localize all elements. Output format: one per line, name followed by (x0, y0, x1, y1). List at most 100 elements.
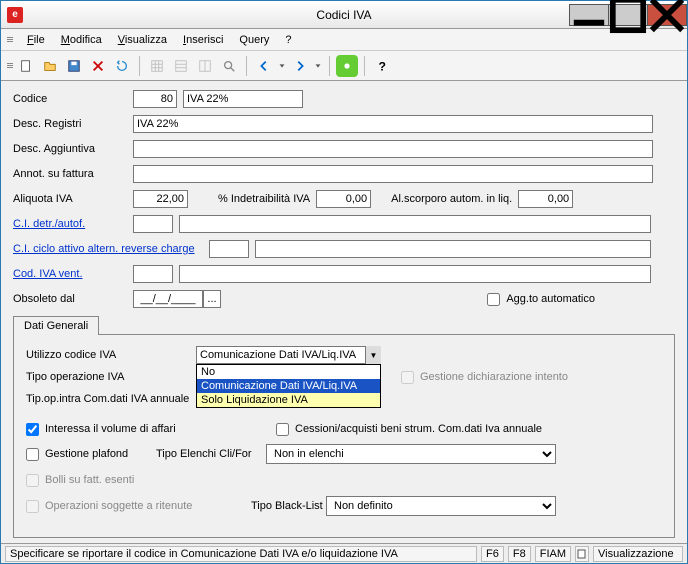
green-action-button[interactable] (336, 55, 358, 77)
bolli-label: Bolli su fatt. esenti (45, 474, 134, 486)
cessioni-acquisti-label: Cessioni/acquisti beni strum. Com.dati I… (295, 423, 542, 435)
aliquota-iva-field[interactable] (133, 190, 188, 208)
status-mode: Visualizzazione (593, 546, 683, 562)
desc-registri-field[interactable] (133, 115, 653, 133)
cod-iva-vent-desc-field (179, 265, 651, 283)
new-button[interactable] (15, 55, 37, 77)
help-button[interactable]: ? (371, 55, 393, 77)
cessioni-acquisti-input[interactable] (276, 423, 289, 436)
minimize-button[interactable] (569, 4, 609, 26)
open-button[interactable] (39, 55, 61, 77)
app-icon: e (7, 7, 23, 23)
gestione-dichiarazione-input (401, 371, 414, 384)
operazioni-ritenute-input (26, 500, 39, 513)
statusbar: Specificare se riportare il codice in Co… (1, 543, 687, 563)
codice-desc-field[interactable] (183, 90, 303, 108)
menu-help[interactable]: ? (279, 32, 297, 48)
label-tipo-operazione: Tipo operazione IVA (26, 371, 196, 383)
back-dropdown[interactable] (277, 55, 287, 77)
forward-button[interactable] (289, 55, 311, 77)
utilizzo-option-solo[interactable]: Solo Liquidazione IVA (197, 393, 380, 407)
toolbar-sep-2 (246, 56, 247, 76)
ci-detr-desc-field (179, 215, 651, 233)
label-desc-registri: Desc. Registri (13, 118, 133, 130)
interessa-volume-label: Interessa il volume di affari (45, 423, 176, 435)
back-button[interactable] (253, 55, 275, 77)
label-aliquota-iva: Aliquota IVA (13, 193, 133, 205)
tipo-elenchi-combo[interactable]: Non in elenchi (266, 444, 556, 464)
ci-ciclo-field[interactable] (209, 240, 249, 258)
utilizzo-option-no[interactable]: No (197, 365, 380, 379)
ci-ciclo-desc-field (255, 240, 651, 258)
gestione-plafond-checkbox[interactable]: Gestione plafond (26, 448, 156, 461)
menu-query[interactable]: Query (233, 32, 275, 48)
window-buttons (570, 4, 687, 26)
status-f6: F6 (481, 546, 504, 562)
forward-dropdown[interactable] (313, 55, 323, 77)
gestione-plafond-label: Gestione plafond (45, 448, 128, 460)
close-button[interactable] (647, 4, 687, 26)
label-tipo-elenchi: Tipo Elenchi Cli/For (156, 448, 266, 460)
label-al-scorporo: Al.scorporo autom. in liq. (391, 193, 512, 205)
tab-container: Dati Generali Utilizzo codice IVA ▼ No C… (13, 315, 675, 538)
cod-iva-vent-field[interactable] (133, 265, 173, 283)
status-fiam: FIAM (535, 546, 571, 562)
menu-inserisci[interactable]: Inserisci (177, 32, 229, 48)
link-ci-ciclo[interactable]: C.I. ciclo attivo altern. reverse charge (13, 243, 209, 255)
window: e Codici IVA File Modifica Visualizza In… (0, 0, 688, 564)
label-tip-op-intra: Tip.op.intra Com.dati IVA annuale (26, 393, 196, 405)
label-annot-fattura: Annot. su fattura (13, 168, 133, 180)
gestione-plafond-input[interactable] (26, 448, 39, 461)
page-icon (577, 549, 587, 559)
cessioni-acquisti-checkbox[interactable]: Cessioni/acquisti beni strum. Com.dati I… (276, 423, 542, 436)
al-scorporo-field[interactable] (518, 190, 573, 208)
operazioni-ritenute-checkbox: Operazioni soggette a ritenute (26, 500, 251, 513)
obsoleto-dal-picker[interactable]: ... (203, 290, 221, 308)
toolbar-sep-3 (329, 56, 330, 76)
find-button[interactable] (218, 55, 240, 77)
grid-button-1[interactable] (146, 55, 168, 77)
save-button[interactable] (63, 55, 85, 77)
codice-field[interactable] (133, 90, 177, 108)
ci-detr-field[interactable] (133, 215, 173, 233)
label-codice: Codice (13, 93, 133, 105)
undo-button[interactable] (111, 55, 133, 77)
toolbar-sep-4 (364, 56, 365, 76)
tab-dati-generali[interactable]: Dati Generali (13, 316, 99, 335)
svg-text:?: ? (379, 59, 386, 73)
utilizzo-codice-dropdown: No Comunicazione Dati IVA/Liq.IVA Solo L… (196, 364, 381, 408)
desc-aggiuntiva-field[interactable] (133, 140, 653, 158)
utilizzo-option-com[interactable]: Comunicazione Dati IVA/Liq.IVA (197, 379, 380, 393)
link-cod-iva-vent[interactable]: Cod. IVA vent. (13, 268, 133, 280)
delete-button[interactable] (87, 55, 109, 77)
tipo-blacklist-combo[interactable]: Non definito (326, 496, 556, 516)
interessa-volume-checkbox[interactable]: Interessa il volume di affari (26, 423, 276, 436)
grid-button-3[interactable] (194, 55, 216, 77)
grid-button-2[interactable] (170, 55, 192, 77)
menu-visualizza[interactable]: Visualizza (112, 32, 173, 48)
utilizzo-codice-dropdown-icon[interactable]: ▼ (365, 346, 381, 364)
interessa-volume-input[interactable] (26, 423, 39, 436)
pct-indetraibilita-field[interactable] (316, 190, 371, 208)
label-utilizzo-codice: Utilizzo codice IVA (26, 349, 196, 361)
bolli-input (26, 474, 39, 487)
menu-modifica[interactable]: Modifica (55, 32, 108, 48)
titlebar: e Codici IVA (1, 1, 687, 29)
aggto-automatico-label: Agg.to automatico (506, 293, 595, 305)
toolbar-grip (7, 63, 13, 68)
maximize-button[interactable] (608, 4, 648, 26)
status-f8: F8 (508, 546, 531, 562)
tabpanel-dati-generali: Utilizzo codice IVA ▼ No Comunicazione D… (13, 335, 675, 538)
link-ci-detr[interactable]: C.I. detr./autof. (13, 218, 133, 230)
aggto-automatico-checkbox[interactable]: Agg.to automatico (487, 293, 595, 306)
form-area: Codice Desc. Registri Desc. Aggiuntiva A… (1, 81, 687, 543)
utilizzo-codice-combo[interactable]: ▼ No Comunicazione Dati IVA/Liq.IVA Solo… (196, 346, 381, 364)
utilizzo-codice-value[interactable] (196, 346, 381, 364)
annot-fattura-field[interactable] (133, 165, 653, 183)
aggto-automatico-input[interactable] (487, 293, 500, 306)
gestione-dichiarazione-label: Gestione dichiarazione intento (420, 371, 568, 383)
menu-file[interactable]: File (21, 32, 51, 48)
tabbar: Dati Generali (13, 315, 675, 335)
gestione-dichiarazione-checkbox: Gestione dichiarazione intento (401, 371, 568, 384)
obsoleto-dal-field[interactable] (133, 290, 203, 308)
